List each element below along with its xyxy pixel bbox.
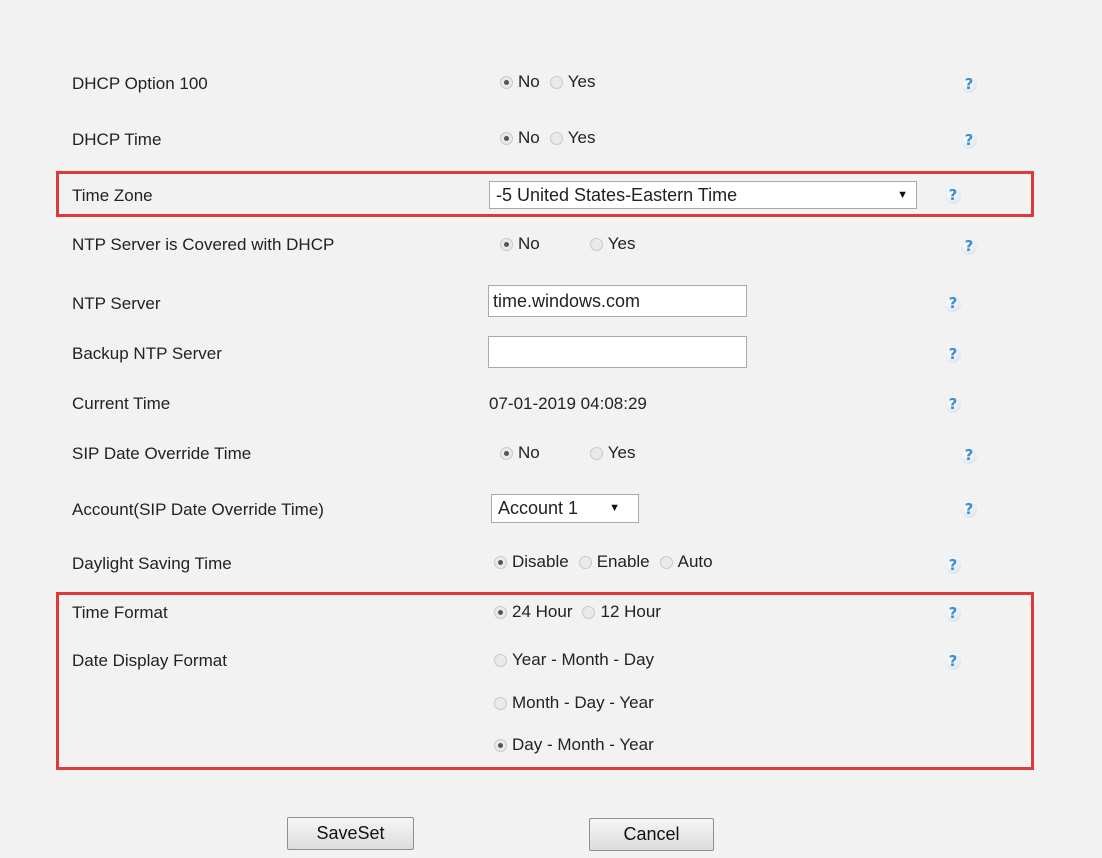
time-format-12-option[interactable]: 12 Hour xyxy=(582,602,661,622)
sip-override-yes-option[interactable]: Yes xyxy=(589,443,635,463)
help-question-icon[interactable]: ? xyxy=(960,500,978,518)
dhcp-option-100-yes-option[interactable]: Yes xyxy=(549,72,595,92)
help-question-icon[interactable]: ? xyxy=(944,186,962,204)
current-time-value: 07-01-2019 04:08:29 xyxy=(489,394,647,413)
radio-unchecked-icon[interactable] xyxy=(494,696,507,710)
ntp-dhcp-label: NTP Server is Covered with DHCP xyxy=(72,235,335,254)
chevron-down-icon[interactable]: ▼ xyxy=(897,182,908,208)
sip-override-radio-group: No Yes xyxy=(500,443,635,463)
ntp-dhcp-no-option[interactable]: No xyxy=(500,234,540,254)
radio-unchecked-icon[interactable] xyxy=(549,75,563,89)
radio-checked-icon[interactable] xyxy=(500,75,513,89)
ntp-dhcp-yes-option[interactable]: Yes xyxy=(589,234,635,254)
dst-label: Daylight Saving Time xyxy=(72,554,232,573)
time-format-24-option[interactable]: 24 Hour xyxy=(494,602,572,622)
dst-disable-option[interactable]: Disable xyxy=(494,552,569,572)
radio-checked-icon[interactable] xyxy=(494,738,507,752)
dhcp-option-100-no-option[interactable]: No xyxy=(500,72,540,92)
sip-override-label: SIP Date Override Time xyxy=(72,444,252,463)
save-button[interactable]: SaveSet xyxy=(287,817,414,850)
radio-unchecked-icon[interactable] xyxy=(494,653,507,667)
help-question-icon[interactable]: ? xyxy=(944,294,962,312)
help-question-icon[interactable]: ? xyxy=(960,131,978,149)
radio-unchecked-icon[interactable] xyxy=(582,605,596,619)
radio-checked-icon[interactable] xyxy=(494,555,507,569)
time-format-radio-group: 24 Hour 12 Hour xyxy=(494,602,661,622)
dhcp-time-label: DHCP Time xyxy=(72,130,162,149)
help-question-icon[interactable]: ? xyxy=(944,556,962,574)
date-format-label: Date Display Format xyxy=(72,651,227,670)
cancel-button[interactable]: Cancel xyxy=(589,818,714,851)
sip-override-no-option[interactable]: No xyxy=(500,443,540,463)
dhcp-option-100-label: DHCP Option 100 xyxy=(72,74,208,93)
dst-enable-option[interactable]: Enable xyxy=(578,552,650,572)
help-question-icon[interactable]: ? xyxy=(960,237,978,255)
dhcp-time-yes-option[interactable]: Yes xyxy=(549,128,595,148)
dhcp-time-no-option[interactable]: No xyxy=(500,128,540,148)
help-question-icon[interactable]: ? xyxy=(944,652,962,670)
radio-unchecked-icon[interactable] xyxy=(578,555,592,569)
radio-unchecked-icon[interactable] xyxy=(589,446,603,460)
account-select[interactable]: Account 1 ▼ xyxy=(491,494,639,523)
current-time-label: Current Time xyxy=(72,394,171,413)
backup-ntp-server-label: Backup NTP Server xyxy=(72,344,222,363)
ntp-server-label: NTP Server xyxy=(72,294,161,313)
time-format-label: Time Format xyxy=(72,603,168,622)
account-override-label: Account(SIP Date Override Time) xyxy=(72,500,324,519)
time-zone-select[interactable]: -5 United States-Eastern Time ▼ xyxy=(489,181,917,209)
radio-checked-icon[interactable] xyxy=(500,446,513,460)
radio-unchecked-icon[interactable] xyxy=(549,131,563,145)
help-question-icon[interactable]: ? xyxy=(944,395,962,413)
radio-unchecked-icon[interactable] xyxy=(659,555,673,569)
dhcp-time-radio-group: No Yes xyxy=(500,128,595,148)
radio-unchecked-icon[interactable] xyxy=(589,237,603,251)
date-format-dmy-option[interactable]: Day - Month - Year xyxy=(494,735,654,755)
ntp-server-input[interactable]: time.windows.com xyxy=(488,285,747,317)
help-question-icon[interactable]: ? xyxy=(960,75,978,93)
help-question-icon[interactable]: ? xyxy=(944,345,962,363)
help-question-icon[interactable]: ? xyxy=(960,446,978,464)
date-format-ymd-option[interactable]: Year - Month - Day xyxy=(494,650,654,670)
dst-auto-option[interactable]: Auto xyxy=(659,552,713,572)
chevron-down-icon[interactable]: ▼ xyxy=(609,495,620,521)
radio-checked-icon[interactable] xyxy=(500,131,513,145)
backup-ntp-server-input[interactable] xyxy=(488,336,747,368)
dhcp-option-100-radio-group: No Yes xyxy=(500,72,595,92)
time-zone-label: Time Zone xyxy=(72,186,153,205)
dst-radio-group: Disable Enable Auto xyxy=(494,552,713,572)
date-format-mdy-option[interactable]: Month - Day - Year xyxy=(494,693,654,713)
help-question-icon[interactable]: ? xyxy=(944,604,962,622)
radio-checked-icon[interactable] xyxy=(494,605,507,619)
radio-checked-icon[interactable] xyxy=(500,237,513,251)
ntp-dhcp-radio-group: No Yes xyxy=(500,234,635,254)
